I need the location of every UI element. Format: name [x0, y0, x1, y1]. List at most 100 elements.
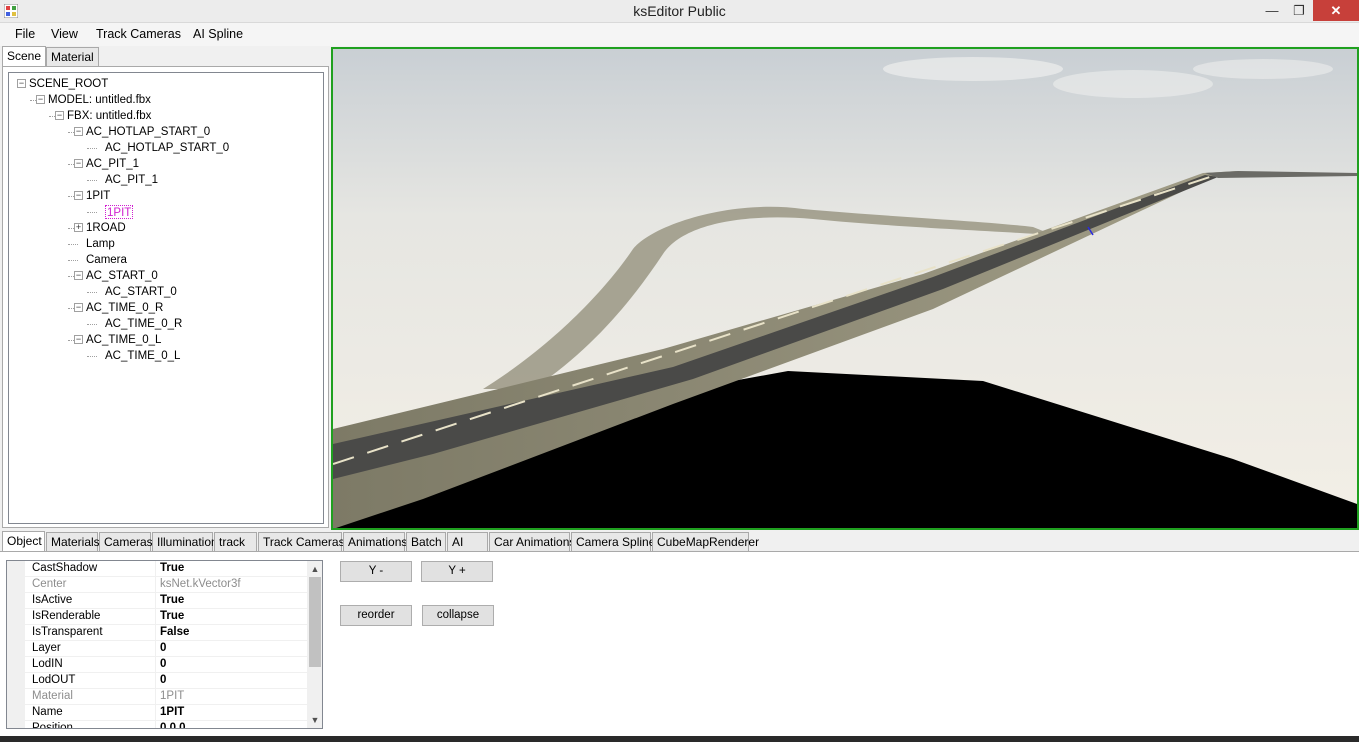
tree-node[interactable]: AC_TIME_0_L [86, 333, 161, 347]
tree-node[interactable]: FBX: untitled.fbx [67, 109, 151, 123]
property-gutter [7, 625, 25, 641]
reorder-button[interactable]: reorder [340, 605, 412, 626]
menu-ai-spline[interactable]: AI Spline [193, 27, 243, 41]
property-gutter [7, 609, 25, 625]
tab-illumination[interactable]: Illumination [152, 532, 218, 552]
tab-car-animations[interactable]: Car Animations [489, 532, 575, 552]
tab-cubemaprenderer[interactable]: CubeMapRenderer [652, 532, 759, 552]
y-plus-button[interactable]: Y + [421, 561, 493, 582]
property-row[interactable]: Center ksNet.kVector3f [7, 577, 307, 593]
menu-file[interactable]: File [15, 27, 35, 41]
tab-track-cameras[interactable]: Track Cameras [258, 532, 345, 552]
tree-node[interactable]: AC_START_0 [86, 269, 158, 283]
property-row[interactable]: IsRenderable True [7, 609, 307, 625]
property-value[interactable]: 0 [160, 642, 166, 654]
collapse-icon[interactable]: − [36, 95, 45, 104]
tree-node[interactable]: AC_TIME_0_L [105, 349, 180, 363]
tree-connector [87, 148, 97, 149]
property-name: Material [32, 690, 73, 702]
menu-bar: File View Track Cameras AI Spline [0, 23, 1359, 46]
collapse-icon[interactable]: − [55, 111, 64, 120]
property-value[interactable]: 0,0,0 [160, 722, 186, 728]
tree-node[interactable]: AC_HOTLAP_START_0 [105, 141, 229, 155]
tree-node[interactable]: SCENE_ROOT [29, 77, 108, 91]
property-value[interactable]: 0 [160, 658, 166, 670]
property-row[interactable]: Position 0,0,0 [7, 721, 307, 728]
scene-render [333, 49, 1357, 528]
tab-track[interactable]: track [214, 532, 257, 552]
tree-node[interactable]: AC_TIME_0_R [86, 301, 163, 315]
tab-animations[interactable]: Animations [343, 532, 407, 552]
collapse-icon[interactable]: − [74, 191, 83, 200]
collapse-icon[interactable]: − [74, 127, 83, 136]
scroll-down-icon[interactable]: ▼ [307, 712, 322, 728]
tree-node[interactable]: AC_TIME_0_R [105, 317, 182, 331]
close-button[interactable]: ✕ [1313, 0, 1359, 21]
3d-viewport[interactable] [331, 47, 1359, 530]
property-row[interactable]: Material 1PIT [7, 689, 307, 705]
collapse-icon[interactable]: − [74, 335, 83, 344]
expand-icon[interactable]: + [74, 223, 83, 232]
property-row[interactable]: CastShadow True [7, 561, 307, 577]
property-value[interactable]: True [160, 610, 184, 622]
property-value[interactable]: 1PIT [160, 690, 184, 702]
tab-batch[interactable]: Batch [406, 532, 446, 552]
scene-tree[interactable]: − SCENE_ROOT − MODEL: untitled.fbx − FBX: unt… [8, 72, 324, 524]
tree-connector [87, 324, 97, 325]
property-divider[interactable] [155, 561, 156, 728]
property-value[interactable]: True [160, 562, 184, 574]
tab-materials[interactable]: Materials [46, 532, 100, 552]
property-scrollbar[interactable]: ▲ ▼ [307, 561, 322, 728]
property-value[interactable]: True [160, 594, 184, 606]
tree-node[interactable]: Camera [86, 253, 127, 267]
scroll-thumb[interactable] [309, 577, 321, 667]
menu-view[interactable]: View [51, 27, 78, 41]
property-row[interactable]: IsActive True [7, 593, 307, 609]
tree-connector [87, 292, 97, 293]
left-tab-strip: Scene Material [0, 46, 331, 67]
property-row[interactable]: LodOUT 0 [7, 673, 307, 689]
tree-connector [87, 356, 97, 357]
tree-node[interactable]: 1PIT [105, 205, 134, 219]
collapse-button[interactable]: collapse [422, 605, 494, 626]
tab-ai[interactable]: AI [447, 532, 488, 552]
property-gutter [7, 705, 25, 721]
property-value[interactable]: ksNet.kVector3f [160, 578, 241, 590]
collapse-icon[interactable]: − [17, 79, 26, 88]
tree-node[interactable]: 1ROAD [86, 221, 126, 235]
tree-node[interactable]: AC_PIT_1 [86, 157, 139, 171]
property-row[interactable]: Layer 0 [7, 641, 307, 657]
maximize-button[interactable]: ❐ [1286, 0, 1312, 21]
tree-node[interactable]: MODEL: untitled.fbx [48, 93, 151, 107]
collapse-icon[interactable]: − [74, 159, 83, 168]
property-value[interactable]: False [160, 626, 189, 638]
scroll-up-icon[interactable]: ▲ [307, 561, 322, 577]
property-value[interactable]: 0 [160, 674, 166, 686]
tab-material[interactable]: Material [46, 47, 99, 67]
property-value[interactable]: 1PIT [160, 706, 184, 718]
tree-node[interactable]: AC_START_0 [105, 285, 177, 299]
tab-cameras[interactable]: Cameras [99, 532, 153, 552]
tree-connector [68, 244, 78, 245]
tab-object[interactable]: Object [2, 531, 45, 552]
menu-track-cameras[interactable]: Track Cameras [96, 27, 181, 41]
collapse-icon[interactable]: − [74, 303, 83, 312]
tree-node[interactable]: Lamp [86, 237, 115, 251]
tree-node[interactable]: AC_HOTLAP_START_0 [86, 125, 210, 139]
collapse-icon[interactable]: − [74, 271, 83, 280]
property-name: LodIN [32, 658, 63, 670]
minimize-button[interactable]: — [1258, 0, 1286, 21]
bottom-tab-strip: Object Materials Cameras Illumination track T… [0, 531, 1359, 552]
property-row[interactable]: IsTransparent False [7, 625, 307, 641]
y-minus-button[interactable]: Y - [340, 561, 412, 582]
tree-connector [87, 212, 97, 213]
tab-camera-spline[interactable]: Camera Spline [571, 532, 655, 552]
tree-node[interactable]: 1PIT [86, 189, 110, 203]
tree-node[interactable]: AC_PIT_1 [105, 173, 158, 187]
tab-scene[interactable]: Scene [2, 46, 47, 67]
property-gutter [7, 689, 25, 705]
property-row[interactable]: LodIN 0 [7, 657, 307, 673]
property-grid[interactable]: Position 0,0,0 Name 1PIT Material 1PIT LodOUT 0… [6, 560, 323, 729]
property-gutter [7, 577, 25, 593]
property-row[interactable]: Name 1PIT [7, 705, 307, 721]
